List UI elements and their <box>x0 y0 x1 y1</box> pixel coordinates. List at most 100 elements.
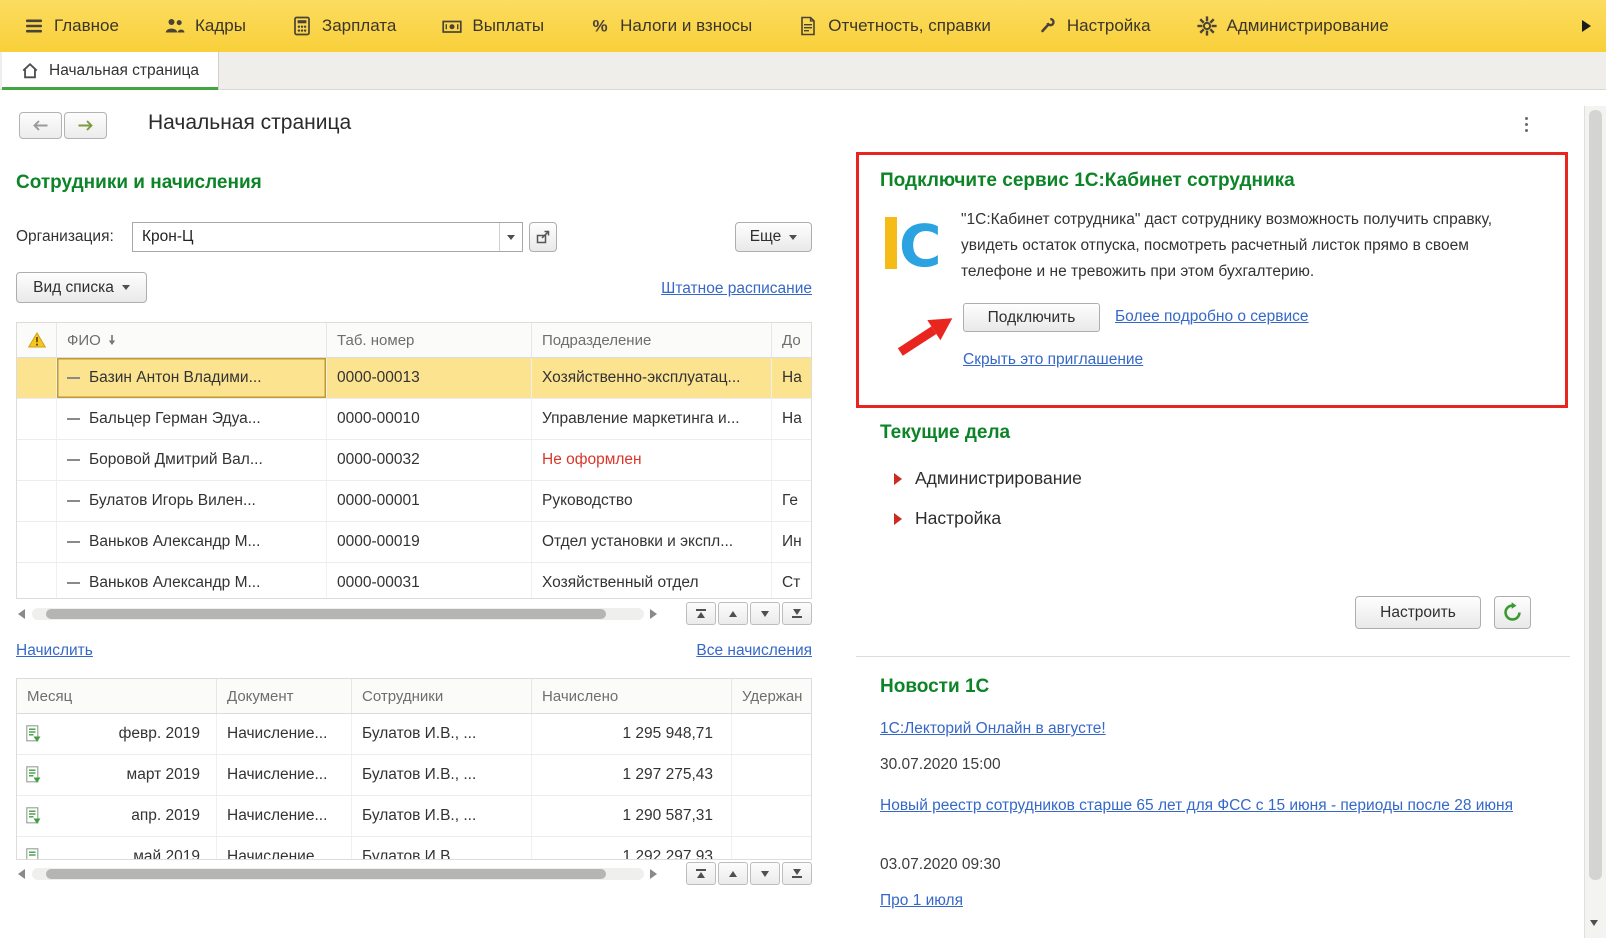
chevron-down-icon <box>507 234 515 240</box>
scroll-right-icon[interactable] <box>650 609 657 619</box>
scroll-left-icon[interactable] <box>18 609 25 619</box>
open-in-window-icon <box>536 230 550 244</box>
employees-column-header[interactable]: Сотрудники <box>352 679 532 713</box>
todo-item-settings[interactable]: Настройка <box>894 508 1001 529</box>
document-posted-icon <box>26 766 41 783</box>
gear-icon <box>1196 16 1217 36</box>
table-row[interactable]: май 2019 Начисление... Булатов И.В... 1 … <box>17 837 811 859</box>
menu-item-administrirovanie[interactable]: Администрирование <box>1196 0 1435 52</box>
go-first-row-button[interactable] <box>686 602 716 625</box>
table-row[interactable]: Базин Антон Владими... 0000-00013 Хозяйс… <box>17 358 811 399</box>
menu-item-label: Налоги и взносы <box>620 16 753 35</box>
organization-open-button[interactable] <box>529 222 557 252</box>
vertical-scrollbar[interactable] <box>1584 106 1606 938</box>
list-view-button[interactable]: Вид списка <box>16 272 147 303</box>
employee-department: Отдел установки и экспл... <box>532 522 772 562</box>
department-column-header[interactable]: Подразделение <box>532 323 772 357</box>
horizontal-scrollbar <box>16 602 812 626</box>
organization-combobox[interactable]: Крон-Ц <box>132 222 523 252</box>
column-label: Подразделение <box>542 331 652 349</box>
refresh-button[interactable] <box>1494 596 1531 629</box>
menu-item-nalogi[interactable]: % Налоги и взносы <box>590 0 798 52</box>
report-icon <box>801 16 816 36</box>
horizontal-scrollbar <box>16 862 812 886</box>
menu-item-label: Настройка <box>1066 16 1151 35</box>
more-actions-icon[interactable] <box>1522 114 1531 135</box>
forward-button[interactable] <box>64 112 107 139</box>
row-down-button[interactable] <box>750 602 780 625</box>
scroll-right-icon[interactable] <box>650 869 657 879</box>
scrollbar-thumb[interactable] <box>46 609 606 619</box>
fio-column-header[interactable]: ФИО <box>57 323 327 357</box>
dropdown-button[interactable] <box>499 223 522 251</box>
accrual-sum: 1 290 587,31 <box>532 796 732 836</box>
table-row[interactable]: февр. 2019 Начисление... Булатов И.В., .… <box>17 714 811 755</box>
todo-item-administration[interactable]: Администрирование <box>894 468 1082 489</box>
employee-state-icon <box>67 377 80 379</box>
news-item-link[interactable]: Новый реестр сотрудников старше 65 лет д… <box>880 792 1556 819</box>
more-button-label: Еще <box>749 228 782 245</box>
row-down-button[interactable] <box>750 862 780 885</box>
employee-state-icon <box>67 418 80 420</box>
table-row[interactable]: Бальцер Герман Эдуа... 0000-00010 Управл… <box>17 399 811 440</box>
menu-overflow-button[interactable] <box>1578 16 1594 36</box>
position-column-header[interactable]: До <box>772 323 811 357</box>
news-item-link[interactable]: Про 1 июля <box>880 892 963 910</box>
table-row[interactable]: Ваньков Александр М... 0000-00019 Отдел … <box>17 522 811 563</box>
scrollbar-thumb[interactable] <box>46 869 606 879</box>
service-banner-title: Подключите сервис 1С:Кабинет сотрудника <box>880 170 1295 191</box>
accrued-column-header[interactable]: Начислено <box>532 679 732 713</box>
table-row[interactable]: апр. 2019 Начисление... Булатов И.В., ..… <box>17 796 811 837</box>
service-details-link[interactable]: Более подробно о сервисе <box>1115 308 1309 326</box>
withheld-column-header[interactable]: Удержан <box>732 679 811 713</box>
menu-item-otchetnost[interactable]: Отчетность, справки <box>798 0 1037 52</box>
organization-value: Крон-Ц <box>142 228 194 245</box>
scrollbar-thumb[interactable] <box>1589 110 1602 880</box>
tab-home-page[interactable]: Начальная страница <box>2 52 219 90</box>
tab-bar: Начальная страница <box>0 52 1606 90</box>
month-column-header[interactable]: Месяц <box>17 679 217 713</box>
row-up-button[interactable] <box>718 602 748 625</box>
hide-invitation-link[interactable]: Скрыть это приглашение <box>963 351 1143 369</box>
table-row[interactable]: март 2019 Начисление... Булатов И.В., ..… <box>17 755 811 796</box>
back-button[interactable] <box>19 112 62 139</box>
scroll-left-icon[interactable] <box>18 869 25 879</box>
warning-column-header[interactable] <box>17 323 57 357</box>
employee-department: Руководство <box>532 481 772 521</box>
menu-item-zarplata[interactable]: Зарплата <box>292 0 442 52</box>
accrue-link[interactable]: Начислить <box>16 642 93 660</box>
menu-item-nastroika[interactable]: Настройка <box>1037 0 1197 52</box>
menu-item-label: Главное <box>54 16 119 35</box>
news-item-link[interactable]: 1С:Лекторий Онлайн в августе! <box>880 720 1106 738</box>
menu-item-vyplaty[interactable]: Выплаты <box>442 0 590 52</box>
employee-position: Ге <box>782 492 798 509</box>
all-accruals-link[interactable]: Все начисления <box>696 642 812 660</box>
configure-button[interactable]: Настроить <box>1355 596 1481 629</box>
staffing-schedule-link[interactable]: Штатное расписание <box>661 280 812 298</box>
connect-button[interactable]: Подключить <box>963 303 1100 332</box>
scrollbar-track[interactable] <box>32 868 644 880</box>
employee-tab-number: 0000-00032 <box>327 440 532 480</box>
tab-number-column-header[interactable]: Таб. номер <box>327 323 532 357</box>
menu-item-main[interactable]: Главное <box>24 0 165 52</box>
table-row[interactable]: Булатов Игорь Вилен... 0000-00001 Руково… <box>17 481 811 522</box>
employee-tab-number: 0000-00013 <box>327 358 532 398</box>
menu-item-kadry[interactable]: Кадры <box>165 0 292 52</box>
menu-item-label: Администрирование <box>1226 16 1389 35</box>
scroll-down-icon[interactable] <box>1590 920 1598 926</box>
employee-name: Бальцер Герман Эдуа... <box>89 410 261 427</box>
table-row[interactable]: Ваньков Александр М... 0000-00031 Хозяйс… <box>17 563 811 598</box>
go-last-row-button[interactable] <box>782 602 812 625</box>
warning-icon <box>27 332 46 348</box>
table-row[interactable]: Боровой Дмитрий Вал... 0000-00032 Не офо… <box>17 440 811 481</box>
go-last-row-button[interactable] <box>782 862 812 885</box>
more-button[interactable]: Еще <box>735 222 812 252</box>
accrual-employees: Булатов И.В., ... <box>352 796 532 836</box>
row-up-button[interactable] <box>718 862 748 885</box>
document-column-header[interactable]: Документ <box>217 679 352 713</box>
scrollbar-track[interactable] <box>32 608 644 620</box>
employee-name: Ваньков Александр М... <box>89 533 261 550</box>
go-first-row-button[interactable] <box>686 862 716 885</box>
todo-item-label: Администрирование <box>915 468 1082 488</box>
employee-name: Базин Антон Владими... <box>89 369 262 386</box>
